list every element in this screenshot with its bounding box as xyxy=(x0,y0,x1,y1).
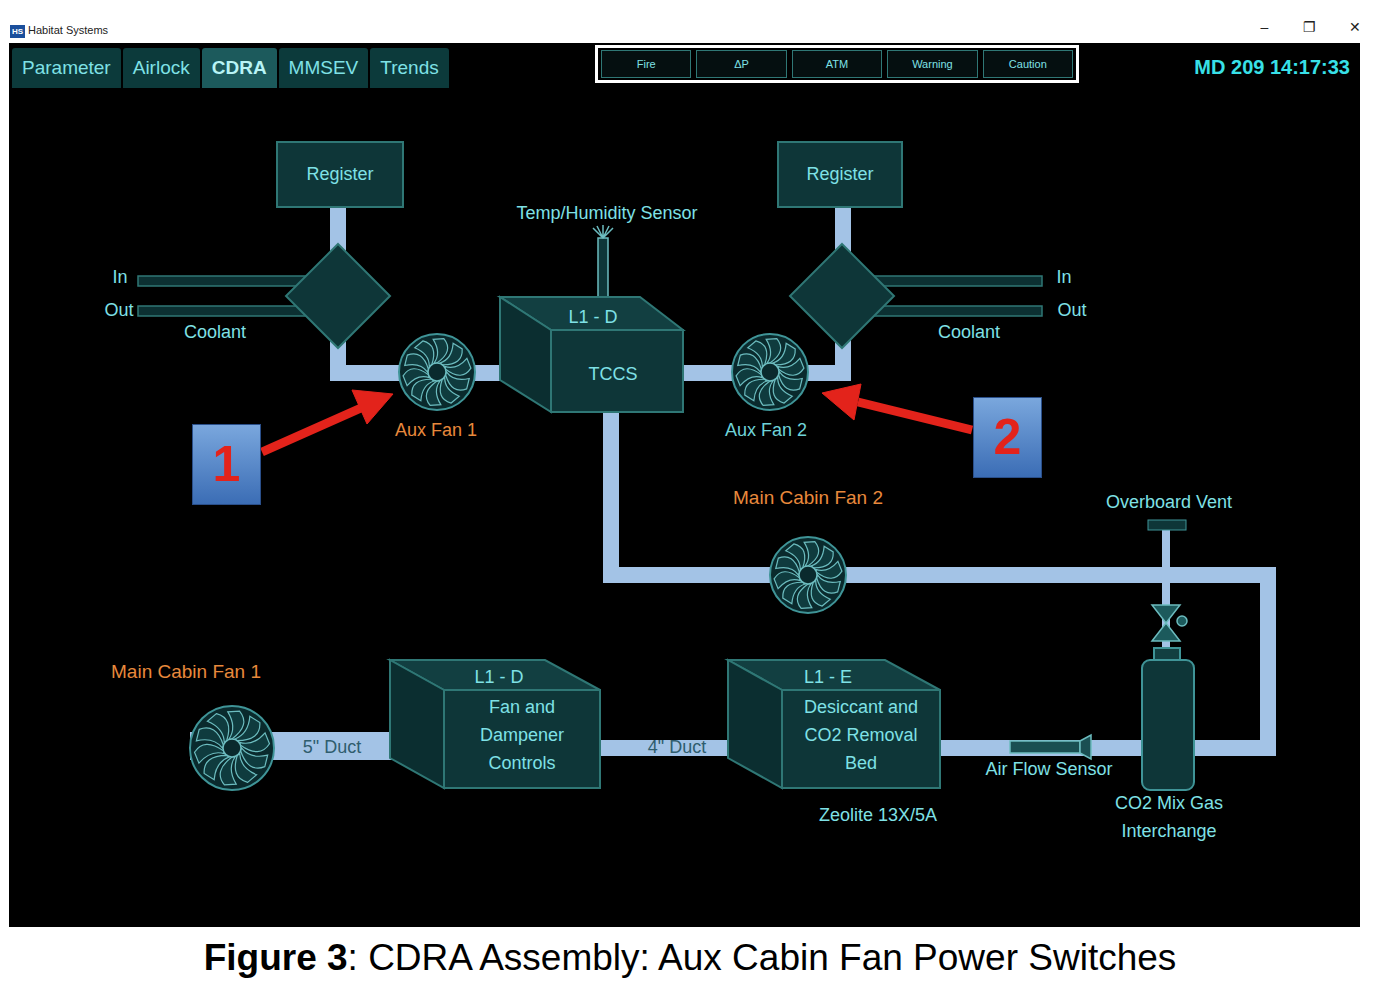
window-title: Habitat Systems xyxy=(28,22,108,39)
tab[interactable]: Airlock xyxy=(123,48,200,88)
unit-code: L1 - D xyxy=(474,666,523,689)
tab-bar: ParameterAirlockCDRAMMSEVTrends xyxy=(9,48,595,88)
coolant-label: Coolant xyxy=(184,321,246,344)
vent-label: Overboard Vent xyxy=(1106,491,1232,514)
cdra-diagram: Register Register In Out Coolant In Out Coolant… xyxy=(9,88,1360,927)
sensor-icon xyxy=(593,225,613,297)
register: Register xyxy=(777,141,903,208)
fan-label: Main Cabin Fan 1 xyxy=(111,660,261,684)
alarm-button[interactable]: Caution xyxy=(983,50,1073,78)
page: HSHabitat Systems – ❐ ✕ ParameterAirlockCDRA… xyxy=(0,0,1380,989)
tccs-box xyxy=(500,297,683,412)
mission-clock: MD 209 14:17:33 xyxy=(1079,52,1360,88)
figure-caption: Figure 3: CDRA Assembly: Aux Cabin Fan P… xyxy=(0,927,1380,989)
alarm-button[interactable]: Warning xyxy=(887,50,977,78)
window-control[interactable]: ❐ xyxy=(1302,17,1317,38)
airflow-label: Air Flow Sensor xyxy=(985,758,1112,781)
coolant-in-label: In xyxy=(1056,266,1071,289)
fan-icon[interactable] xyxy=(399,334,475,410)
coolant-out-label: Out xyxy=(1057,299,1086,322)
alarm-button[interactable]: Fire xyxy=(601,50,691,78)
tab[interactable]: CDRA xyxy=(202,48,277,88)
unit-label: Desiccant andCO2 RemovalBed xyxy=(804,693,918,777)
airflow-sensor-icon xyxy=(1010,735,1091,759)
tab[interactable]: MMSEV xyxy=(279,48,369,88)
fan-label: Aux Fan 1 xyxy=(395,419,477,442)
window-control[interactable]: ✕ xyxy=(1347,17,1362,38)
coolant-in-label: In xyxy=(112,266,127,289)
alarm-button[interactable]: ATM xyxy=(792,50,882,78)
unit-label: Fan andDampenerControls xyxy=(480,693,564,777)
tab[interactable]: Parameter xyxy=(12,48,121,88)
figure-number: Figure 3 xyxy=(204,930,348,986)
duct-label: 5" Duct xyxy=(303,736,361,759)
sensor-label: Temp/Humidity Sensor xyxy=(516,202,697,225)
coolant-label: Coolant xyxy=(938,321,1000,344)
unit-code: L1 - E xyxy=(804,666,852,689)
heat-exchanger xyxy=(790,244,894,348)
tccs-label: TCCS xyxy=(589,363,638,386)
valve-icon xyxy=(1152,605,1187,641)
heat-exchanger xyxy=(286,244,390,348)
title-bar: HSHabitat Systems – ❐ ✕ xyxy=(0,0,1380,43)
window-controls: – ❐ ✕ xyxy=(1257,17,1362,38)
register: Register xyxy=(276,141,404,208)
vent-cap xyxy=(1148,520,1186,530)
fan-icon[interactable] xyxy=(732,334,808,410)
fan-dampener-box xyxy=(390,660,600,788)
app-logo-icon: HS xyxy=(10,25,25,38)
interchange-label: CO2 Mix GasInterchange xyxy=(1115,789,1223,845)
bed-material-label: Zeolite 13X/5A xyxy=(819,804,937,827)
fan-icon[interactable] xyxy=(190,706,274,790)
tccs-code: L1 - D xyxy=(568,306,617,329)
fan-label: Main Cabin Fan 2 xyxy=(733,486,883,510)
desiccant-box xyxy=(728,660,940,788)
header: ParameterAirlockCDRAMMSEVTrendsFireΔPATM… xyxy=(9,43,1360,88)
alarm-button[interactable]: ΔP xyxy=(696,50,786,78)
app-panel: ParameterAirlockCDRAMMSEVTrendsFireΔPATM… xyxy=(9,43,1360,927)
duct-label: 4" Duct xyxy=(648,736,706,759)
alarm-panel: FireΔPATMWarningCaution xyxy=(595,45,1079,83)
canister-icon xyxy=(1142,648,1194,790)
tab[interactable]: Trends xyxy=(370,48,448,88)
fan-icon[interactable] xyxy=(770,537,846,613)
figure-text: : CDRA Assembly: Aux Cabin Fan Power Swi… xyxy=(348,930,1177,986)
arrow-icon xyxy=(262,384,972,452)
fan-label: Aux Fan 2 xyxy=(725,419,807,442)
callout-badge: 1 xyxy=(192,424,261,505)
callout-badge: 2 xyxy=(973,397,1042,478)
window-control[interactable]: – xyxy=(1257,17,1272,38)
coolant-out-label: Out xyxy=(104,299,133,322)
